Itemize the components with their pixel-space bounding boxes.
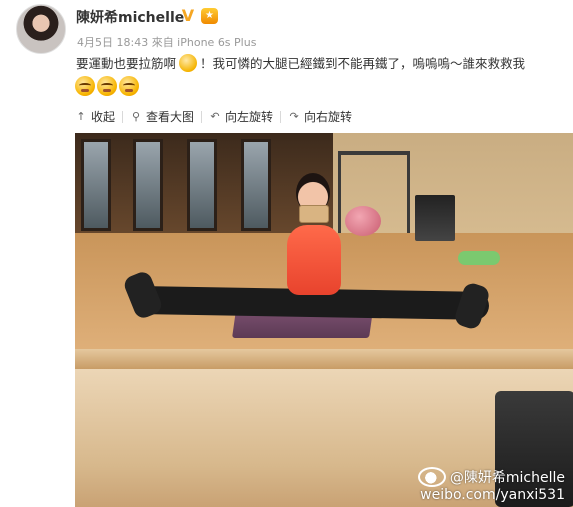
rotate-right-icon: ↷ (289, 110, 299, 123)
photo-person-torso (287, 225, 341, 295)
post-meta: 4月5日 18:43 來自 iPhone 6s Plus (77, 36, 257, 49)
weibo-logo-icon (417, 467, 446, 487)
crying-face-icon (97, 76, 117, 96)
photo-window (187, 139, 217, 231)
photo-foam-roller (458, 251, 500, 265)
watermark-url: weibo.com/yanxi531 (420, 487, 565, 503)
view-large-button[interactable]: ⚲ 查看大图 (130, 108, 194, 125)
divider (201, 110, 203, 123)
member-badge-icon[interactable]: ★ (201, 8, 218, 24)
post-text-part1: 要運動也要拉筋啊 (76, 56, 177, 71)
photo-exercise-ball (345, 206, 381, 236)
divider (122, 110, 124, 123)
photo-window (133, 139, 163, 231)
rotate-right-label: 向右旋转 (304, 110, 353, 124)
collapse-button[interactable]: ↑ 收起 (75, 108, 115, 125)
post-text-part2: ！我可憐的大腿已經鐵到不能再鐵了，嗚嗚嗚～誰來救救我 (200, 56, 526, 71)
rotate-left-icon: ↶ (210, 110, 220, 123)
watermark: @陳妍希michelle weibo.com/yanxi531 (417, 467, 565, 503)
photo-ledge (75, 349, 573, 369)
magnifier-icon: ⚲ (131, 110, 141, 123)
watermark-handle: @陳妍希michelle (449, 470, 565, 486)
rotate-left-label: 向左旋转 (225, 110, 274, 124)
verified-icon: V (181, 6, 195, 25)
collapse-label: 收起 (91, 110, 116, 124)
divider (280, 110, 282, 123)
arrow-up-icon: ↑ (76, 110, 86, 123)
view-large-label: 查看大图 (146, 110, 195, 124)
watermark-handle-line: @陳妍希michelle (417, 467, 565, 487)
author-name[interactable]: 陳妍希michelle (76, 7, 184, 27)
hand-emoji-icon (179, 54, 198, 72)
photo-bench (415, 195, 455, 241)
post-photo[interactable]: @陳妍希michelle weibo.com/yanxi531 (75, 133, 573, 507)
avatar[interactable] (16, 4, 66, 54)
photo-window (241, 139, 271, 231)
photo-window (81, 139, 111, 231)
post-text: 要運動也要拉筋啊 ！我可憐的大腿已經鐵到不能再鐵了，嗚嗚嗚～誰來救救我 (76, 54, 573, 73)
emoji-row (75, 76, 139, 96)
crying-face-icon (119, 76, 139, 96)
crying-face-icon (75, 76, 95, 96)
image-toolbar: ↑ 收起 ⚲ 查看大图 ↶ 向左旋转 ↷ 向右旋转 (75, 108, 352, 125)
photo-phone (299, 205, 329, 223)
rotate-right-button[interactable]: ↷ 向右旋转 (288, 108, 352, 125)
rotate-left-button[interactable]: ↶ 向左旋转 (209, 108, 273, 125)
